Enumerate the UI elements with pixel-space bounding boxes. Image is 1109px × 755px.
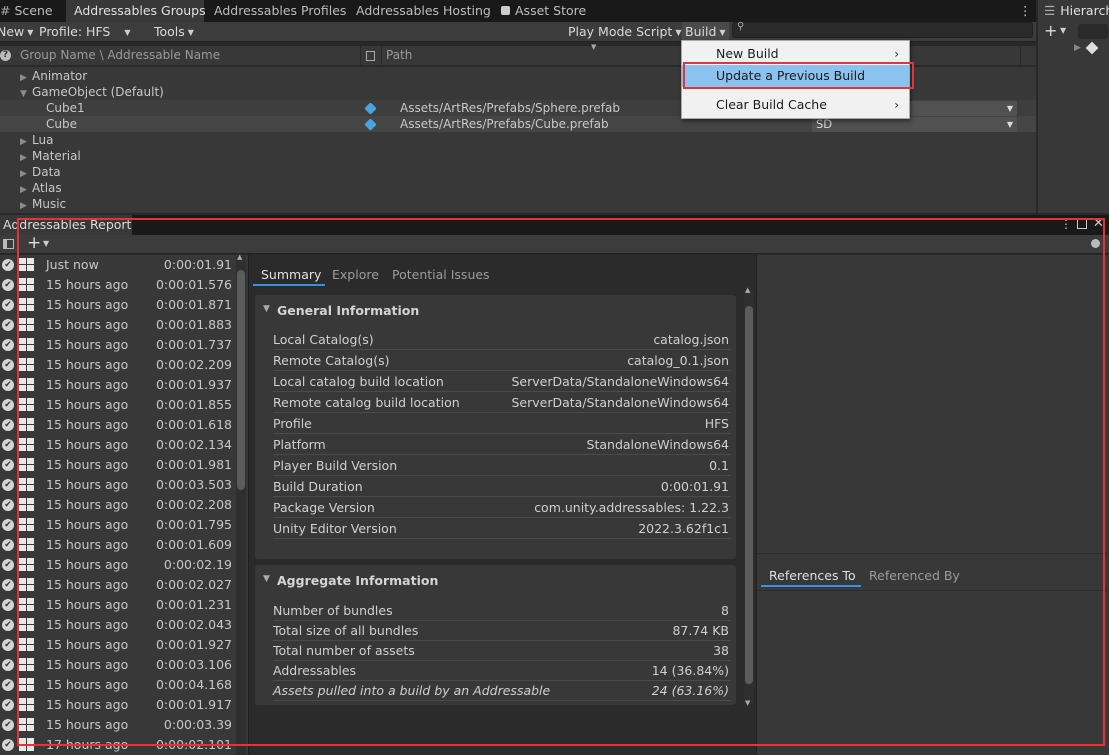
check-circle-icon: ✔ xyxy=(2,699,14,711)
check-circle-icon: ✔ xyxy=(2,379,14,391)
check-circle-icon: ✔ xyxy=(2,619,14,631)
check-circle-icon: ✔ xyxy=(2,639,14,651)
expand-arrow-icon[interactable]: ▶ xyxy=(1074,43,1081,53)
dropdown-arrow-icon: ▼ xyxy=(27,28,34,37)
check-circle-icon: ✔ xyxy=(2,299,14,311)
menu-item-clear-build-cache[interactable]: Clear Build Cache › xyxy=(682,94,909,116)
column-divider[interactable] xyxy=(360,46,361,66)
tab-asset-store[interactable]: Asset Store xyxy=(501,0,586,22)
check-circle-icon: ✔ xyxy=(2,559,14,571)
check-circle-icon: ✔ xyxy=(2,539,14,551)
highlight-annotation-box xyxy=(683,62,914,89)
add-icon[interactable]: + xyxy=(1044,21,1057,40)
column-group-name[interactable]: Group Name \ Addressable Name xyxy=(20,48,220,62)
column-divider[interactable] xyxy=(1020,46,1021,66)
check-circle-icon: ✔ xyxy=(2,279,14,291)
check-circle-icon: ✔ xyxy=(2,439,14,451)
shopping-bag-icon xyxy=(501,6,510,15)
column-path[interactable]: Path xyxy=(386,48,412,62)
tab-addressables-profiles[interactable]: Addressables Profiles xyxy=(214,0,346,22)
check-circle-icon: ✔ xyxy=(2,739,14,751)
tree-row-group[interactable]: ▶ Atlas xyxy=(0,180,1036,196)
dropdown-arrow-icon: ▼ xyxy=(124,28,131,37)
highlight-annotation-box xyxy=(17,218,1105,746)
scene-icon: # xyxy=(0,3,11,18)
dropdown-arrow-icon: ▼ xyxy=(187,28,194,37)
sort-arrow-icon: ▼ xyxy=(591,43,597,51)
check-circle-icon: ✔ xyxy=(2,419,14,431)
tree-row-group[interactable]: ▶ Data xyxy=(0,164,1036,180)
hierarchy-panel: + ▼ ▶ xyxy=(1038,21,1109,213)
check-circle-icon: ✔ xyxy=(2,499,14,511)
search-input[interactable]: ⚲ xyxy=(732,21,1033,38)
editor-tab-bar: # Scene Addressables Groups Addressables … xyxy=(0,0,1036,22)
list-icon: ☰ xyxy=(1044,3,1056,18)
dropdown-arrow-icon: ▼ xyxy=(675,28,682,37)
check-circle-icon: ✔ xyxy=(2,459,14,471)
check-circle-icon: ✔ xyxy=(2,359,14,371)
profile-dropdown[interactable]: Profile: HFS ▼ xyxy=(39,22,131,42)
new-dropdown[interactable]: New ▼ xyxy=(0,22,33,42)
labels-dropdown[interactable]: SD ▼ xyxy=(812,117,1017,132)
play-mode-script-dropdown[interactable]: Play Mode Script ▼ xyxy=(568,22,681,42)
tree-row-group[interactable]: ▶ Material xyxy=(0,148,1036,164)
check-circle-icon: ✔ xyxy=(2,659,14,671)
prefab-cube-icon xyxy=(364,102,377,115)
tree-row-group[interactable]: ▶ Music xyxy=(0,196,1036,212)
help-icon[interactable]: ? xyxy=(0,50,11,61)
search-icon: ⚲ xyxy=(737,21,745,32)
sidebar-toggle-icon[interactable] xyxy=(3,239,14,249)
tab-addressables-hosting[interactable]: Addressables Hosting xyxy=(356,0,491,22)
tab-hierarchy[interactable]: ☰Hierarchy xyxy=(1038,0,1109,22)
check-circle-icon: ✔ xyxy=(2,339,14,351)
check-circle-icon: ✔ xyxy=(2,519,14,531)
check-circle-icon: ✔ xyxy=(2,719,14,731)
script-column-icon xyxy=(366,51,375,61)
tree-row-group[interactable]: ▶ Lua xyxy=(0,132,1036,148)
prefab-cube-icon xyxy=(364,118,377,131)
dropdown-arrow-icon: ▼ xyxy=(1060,26,1067,35)
check-circle-icon: ✔ xyxy=(2,679,14,691)
column-divider[interactable] xyxy=(381,46,382,66)
dropdown-arrow-icon: ▼ xyxy=(1006,120,1013,129)
check-circle-icon: ✔ xyxy=(2,399,14,411)
chevron-right-icon: › xyxy=(894,98,899,112)
check-circle-icon: ✔ xyxy=(2,479,14,491)
check-circle-icon: ✔ xyxy=(2,579,14,591)
search-input[interactable] xyxy=(1078,24,1108,39)
dropdown-arrow-icon: ▼ xyxy=(1006,104,1013,113)
tab-addressables-groups[interactable]: Addressables Groups xyxy=(66,0,206,22)
expand-arrow-icon[interactable]: ▶ xyxy=(20,198,32,214)
dropdown-arrow-icon: ▼ xyxy=(719,28,726,37)
tab-scene[interactable]: # Scene xyxy=(0,0,62,22)
check-circle-icon: ✔ xyxy=(2,599,14,611)
check-circle-icon: ✔ xyxy=(2,319,14,331)
unity-scene-icon xyxy=(1085,41,1099,55)
tools-dropdown[interactable]: Tools ▼ xyxy=(154,22,194,42)
more-options-icon[interactable]: ⋮ xyxy=(1019,0,1032,22)
build-dropdown[interactable]: Build ▼ xyxy=(682,22,729,42)
check-circle-icon: ✔ xyxy=(2,259,14,271)
